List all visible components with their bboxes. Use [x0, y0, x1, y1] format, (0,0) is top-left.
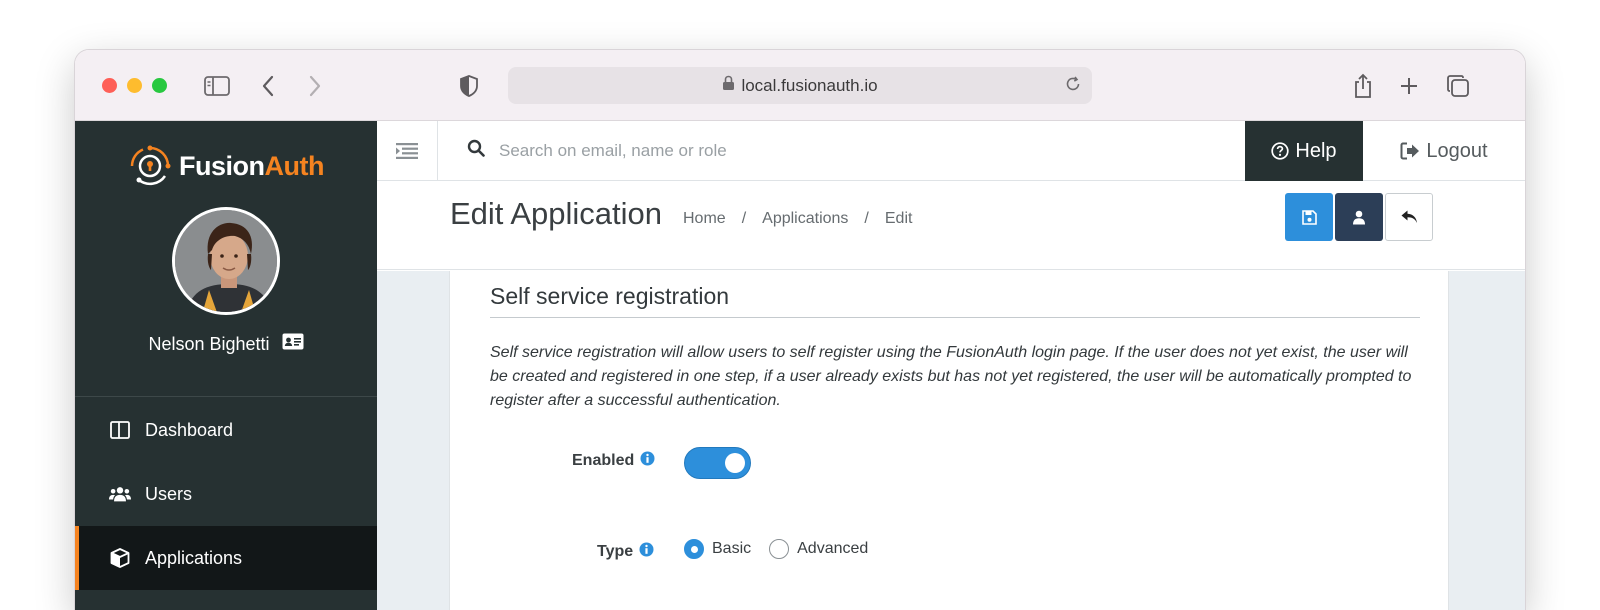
logout-button[interactable]: Logout [1363, 121, 1525, 181]
close-window-button[interactable] [102, 78, 117, 93]
search-icon [467, 139, 485, 162]
sign-out-icon [1400, 142, 1420, 160]
reply-arrow-icon [1401, 210, 1417, 223]
forward-chevron-icon[interactable] [299, 70, 331, 102]
save-icon [1301, 209, 1317, 225]
section-title: Self service registration [490, 283, 1420, 318]
help-button[interactable]: Help [1245, 121, 1363, 181]
cancel-button[interactable] [1385, 193, 1433, 241]
sidebar-item-label: Applications [145, 547, 243, 568]
save-button[interactable] [1285, 193, 1333, 241]
avatar[interactable] [172, 207, 280, 315]
browser-window: local.fusionauth.io FusionAuth Nelson Bi… [75, 50, 1525, 610]
sidebar-item-label: Users [145, 483, 193, 504]
id-card-icon[interactable] [282, 333, 304, 355]
form-panel: Self service registration Self service r… [449, 271, 1449, 610]
sidebar-item-label: Dashboard [145, 419, 234, 440]
main-content: Self service registration Self service r… [377, 271, 1525, 610]
sidebar-toggle-icon[interactable] [201, 70, 233, 102]
toggle-knob [725, 453, 745, 473]
dashboard-icon [109, 419, 131, 441]
breadcrumb-applications[interactable]: Applications [762, 210, 848, 228]
enabled-toggle[interactable] [684, 447, 751, 479]
app-header: Help Logout [377, 121, 1525, 181]
sidebar-item-applications[interactable]: Applications [75, 526, 377, 590]
page-header: Edit Application Home / Applications / E… [377, 181, 1525, 270]
tab-overview-icon[interactable] [1442, 70, 1474, 102]
logo-wordmark: FusionAuth [179, 150, 324, 181]
sidebar-divider [75, 396, 377, 397]
shield-icon[interactable] [453, 70, 485, 102]
url-text: local.fusionauth.io [741, 75, 878, 95]
type-advanced-radio[interactable] [769, 539, 790, 559]
search-input[interactable] [499, 140, 999, 161]
users-icon [109, 483, 131, 505]
type-label-text: Type [597, 543, 634, 560]
back-chevron-icon[interactable] [252, 70, 284, 102]
page-title: Edit Application [450, 196, 662, 231]
help-button-label: Help [1295, 139, 1337, 162]
info-icon[interactable] [639, 542, 654, 562]
user-name: Nelson Bighetti [75, 333, 377, 355]
sidebar-item-users[interactable]: Users [75, 462, 377, 526]
type-radio-group: Basic Advanced [684, 539, 886, 559]
enabled-field-label: Enabled [572, 451, 655, 471]
fusionauth-logo[interactable]: FusionAuth [127, 143, 324, 189]
new-tab-plus-icon[interactable] [1393, 70, 1425, 102]
view-user-button[interactable] [1335, 193, 1383, 241]
type-field-label: Type [597, 542, 654, 562]
type-advanced-label[interactable]: Advanced [797, 540, 868, 558]
reload-icon[interactable] [1064, 75, 1082, 98]
breadcrumb-separator: / [864, 210, 869, 227]
search-bar [467, 139, 999, 162]
applications-icon [109, 547, 131, 569]
user-name-text: Nelson Bighetti [148, 333, 270, 354]
browser-toolbar: local.fusionauth.io [75, 50, 1525, 121]
breadcrumb-home[interactable]: Home [683, 210, 726, 228]
help-circle-icon [1271, 142, 1290, 160]
share-icon[interactable] [1347, 70, 1379, 102]
zoom-window-button[interactable] [152, 78, 167, 93]
sidebar: FusionAuth Nelson Bighetti Dashboard Use… [75, 121, 377, 610]
section-description: Self service registration will allow use… [490, 344, 1412, 409]
user-icon [1353, 210, 1365, 224]
address-bar[interactable]: local.fusionauth.io [508, 67, 1092, 104]
menu-toggle-button[interactable] [377, 121, 438, 181]
sidebar-item-dashboard[interactable]: Dashboard [75, 398, 377, 462]
type-basic-label[interactable]: Basic [712, 540, 751, 558]
info-icon[interactable] [640, 451, 655, 471]
type-basic-radio[interactable] [684, 539, 704, 559]
enabled-label-text: Enabled [572, 452, 635, 469]
fusionauth-logo-icon [130, 145, 171, 186]
breadcrumb-edit: Edit [884, 210, 913, 227]
breadcrumb: Home / Applications / Edit [683, 210, 912, 228]
menu-collapse-icon [396, 143, 418, 159]
breadcrumb-separator: / [741, 210, 747, 227]
logout-button-label: Logout [1426, 139, 1488, 162]
lock-icon [722, 75, 735, 96]
minimize-window-button[interactable] [127, 78, 142, 93]
